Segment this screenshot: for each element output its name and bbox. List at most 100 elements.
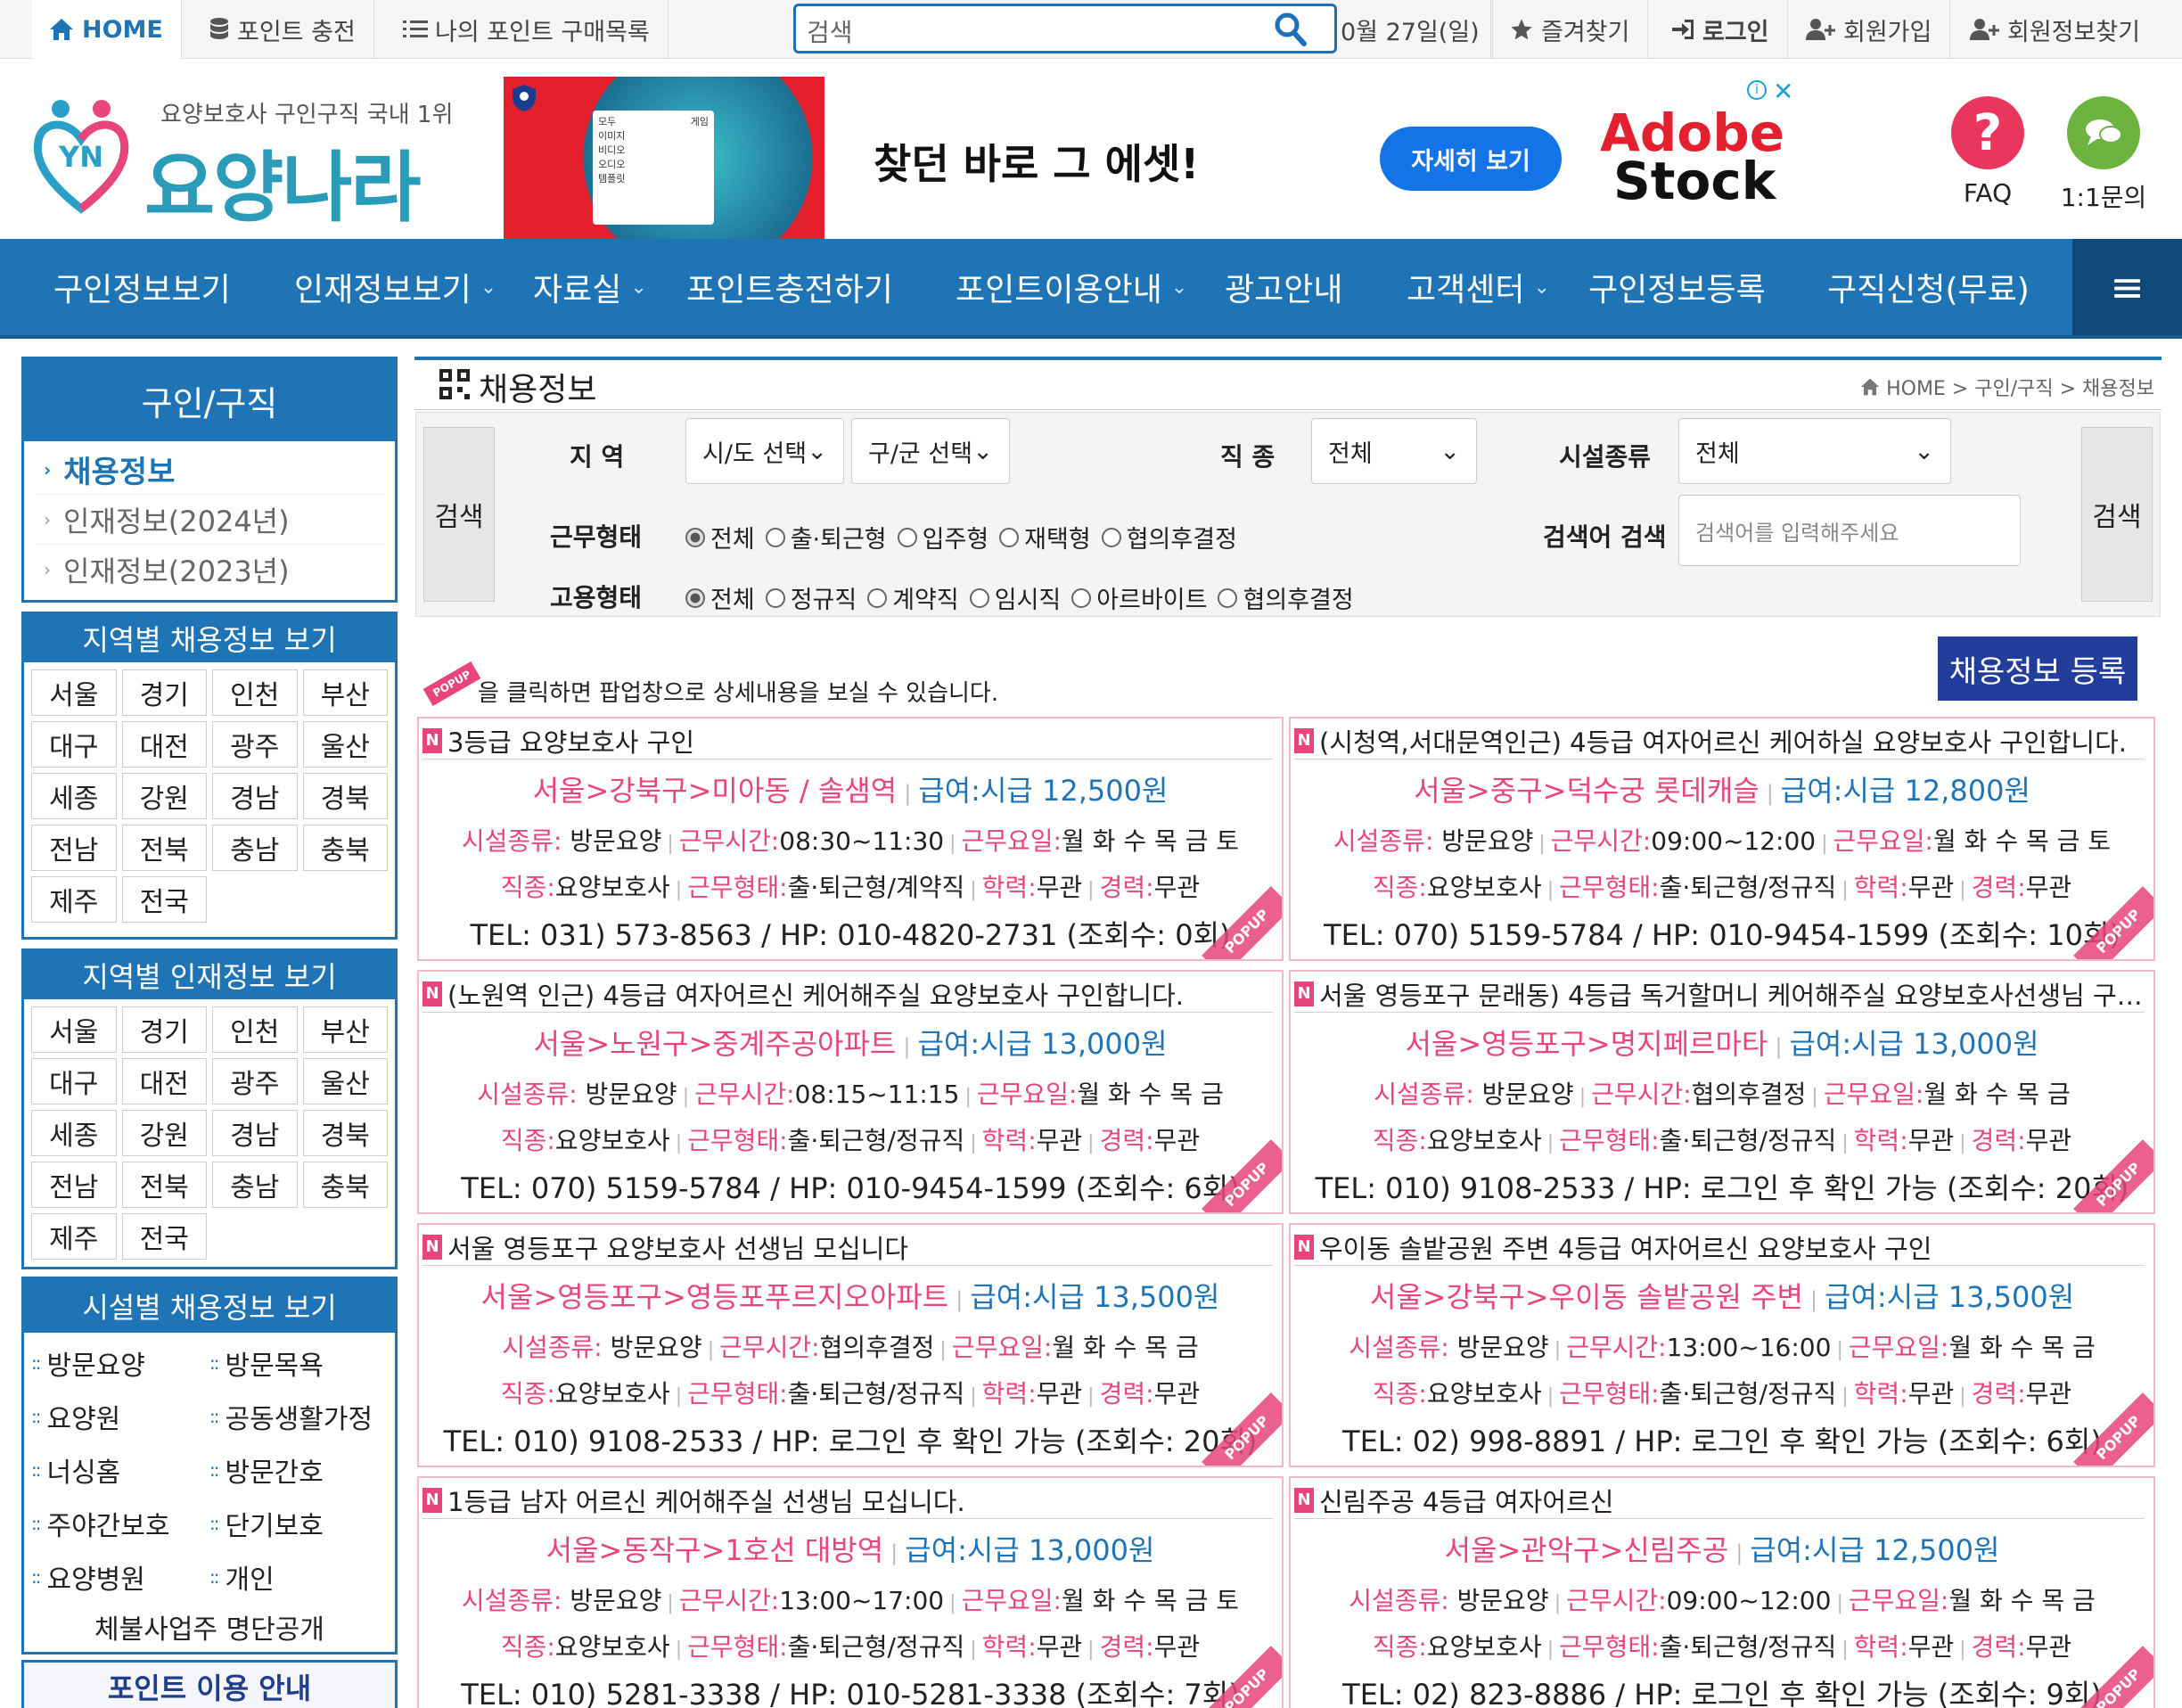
job-title[interactable]: N 서울 영등포구 문래동) 4등급 독거할머니 케어해주실 요양보호사선생님 구… bbox=[1294, 975, 2145, 1013]
nav-item-archive[interactable]: 자료실 ⌄ bbox=[533, 239, 647, 335]
facility-item[interactable]: 방문요양 bbox=[31, 1336, 209, 1390]
nav-item-ad-info[interactable]: 광고안내 bbox=[1225, 239, 1342, 335]
job-card[interactable]: N 서울 영등포구 요양보호사 선생님 모십니다 서울>영등포구>영등포푸르지오아파… bbox=[417, 1223, 1284, 1467]
ad-close-icon[interactable]: ✕ bbox=[1773, 77, 1793, 106]
talent-region-item[interactable]: 충북 bbox=[302, 1162, 388, 1208]
facility-item[interactable]: 공동생활가정 bbox=[209, 1390, 388, 1443]
jobs-region-item[interactable]: 전북 bbox=[121, 825, 207, 871]
facility-item[interactable]: 요양병원 bbox=[31, 1550, 209, 1604]
sidebar-item-talent-2023[interactable]: › 인재정보(2023년) bbox=[35, 545, 384, 595]
qna-link[interactable]: 1:1문의 bbox=[2050, 96, 2157, 214]
talent-region-item[interactable]: 전국 bbox=[121, 1213, 207, 1260]
jobs-region-item[interactable]: 대전 bbox=[121, 721, 207, 768]
talent-region-item[interactable]: 경남 bbox=[212, 1110, 298, 1156]
talent-region-item[interactable]: 경기 bbox=[121, 1006, 207, 1053]
nav-item-point-charge[interactable]: 포인트충전하기 bbox=[686, 239, 893, 335]
search-button-left[interactable]: 검색 bbox=[423, 427, 495, 602]
job-card[interactable]: N (노원역 인근) 4등급 여자어르신 케어해주실 요양보호사 구인합니다. 서울… bbox=[417, 970, 1284, 1214]
employ-type-radio[interactable] bbox=[1071, 587, 1092, 608]
sidebar-item-job-info[interactable]: › 채용정보 bbox=[35, 445, 384, 495]
search-input[interactable]: 검색 bbox=[793, 4, 1337, 53]
jobs-region-item[interactable]: 울산 bbox=[302, 721, 388, 768]
work-type-radio[interactable] bbox=[765, 527, 785, 547]
register-job-button[interactable]: 채용정보 등록 bbox=[1938, 636, 2137, 701]
employ-type-radio[interactable] bbox=[969, 587, 989, 608]
jobs-region-item[interactable]: 전국 bbox=[121, 876, 207, 923]
talent-region-item[interactable]: 인천 bbox=[212, 1006, 298, 1053]
jobs-region-item[interactable]: 충북 bbox=[302, 825, 388, 871]
nav-item-job-apply[interactable]: 구직신청(무료) bbox=[1827, 239, 2030, 335]
jobs-region-item[interactable]: 제주 bbox=[31, 876, 117, 923]
job-card[interactable]: N 신림주공 4등급 여자어르신 서울>관악구>신림주공 | 급여:시급 12,500원… bbox=[1289, 1476, 2155, 1708]
job-title[interactable]: N 서울 영등포구 요양보호사 선생님 모십니다 bbox=[422, 1228, 1273, 1266]
employ-type-radio[interactable] bbox=[1218, 587, 1238, 608]
gugun-select[interactable]: 구/군 선택 ⌄ bbox=[851, 418, 1010, 484]
talent-region-item[interactable]: 울산 bbox=[302, 1058, 388, 1104]
employ-type-radio[interactable] bbox=[867, 587, 888, 608]
site-logo[interactable]: YN 요양보호사 구인구직 국내 1위 요양나라 bbox=[32, 93, 453, 233]
nav-item-job-list[interactable]: 구인정보보기 bbox=[53, 239, 231, 335]
job-title[interactable]: N 신림주공 4등급 여자어르신 bbox=[1294, 1482, 2145, 1519]
home-link[interactable]: HOME bbox=[32, 0, 182, 59]
sido-select[interactable]: 시/도 선택 ⌄ bbox=[685, 418, 844, 484]
talent-region-item[interactable]: 제주 bbox=[31, 1213, 117, 1260]
work-type-radio[interactable] bbox=[685, 527, 705, 547]
talent-region-item[interactable]: 부산 bbox=[302, 1006, 388, 1053]
signup-link[interactable]: 회원가입 bbox=[1788, 0, 1951, 59]
talent-region-item[interactable]: 대전 bbox=[121, 1058, 207, 1104]
talent-region-item[interactable]: 서울 bbox=[31, 1006, 117, 1053]
talent-region-item[interactable]: 강원 bbox=[121, 1110, 207, 1156]
nav-item-support[interactable]: 고객센터 ⌄ bbox=[1407, 239, 1550, 335]
talent-region-item[interactable]: 경북 bbox=[302, 1110, 388, 1156]
sidebar-item-talent-2024[interactable]: › 인재정보(2024년) bbox=[35, 495, 384, 545]
talent-region-item[interactable]: 대구 bbox=[31, 1058, 117, 1104]
find-account-link[interactable]: 회원정보찾기 bbox=[1952, 0, 2158, 59]
job-title[interactable]: N 3등급 요양보호사 구인 bbox=[422, 722, 1273, 760]
search-button-right[interactable]: 검색 bbox=[2081, 427, 2153, 602]
hamburger-menu-icon[interactable]: ≡ bbox=[2072, 239, 2182, 335]
nav-item-point-guide[interactable]: 포인트이용안내 ⌄ bbox=[956, 239, 1187, 335]
facility-item[interactable]: 너싱홈 bbox=[31, 1443, 209, 1497]
job-card[interactable]: N 3등급 요양보호사 구인 서울>강북구>미아동 / 솔샘역 | 급여:시급 12,5… bbox=[417, 717, 1284, 961]
facility-item[interactable]: 단기보호 bbox=[209, 1497, 388, 1550]
job-type-select[interactable]: 전체 ⌄ bbox=[1311, 418, 1477, 484]
jobs-region-item[interactable]: 인천 bbox=[212, 669, 298, 716]
talent-region-item[interactable]: 전북 bbox=[121, 1162, 207, 1208]
favorite-link[interactable]: 즐겨찾기 bbox=[1490, 0, 1649, 59]
work-type-radio[interactable] bbox=[897, 527, 917, 547]
jobs-region-item[interactable]: 강원 bbox=[121, 773, 207, 819]
talent-region-item[interactable]: 충남 bbox=[212, 1162, 298, 1208]
job-card[interactable]: N 우이동 솔밭공원 주변 4등급 여자어르신 요양보호사 구인 서울>강북구>우이… bbox=[1289, 1223, 2155, 1467]
jobs-region-item[interactable]: 경기 bbox=[121, 669, 207, 716]
talent-region-item[interactable]: 세종 bbox=[31, 1110, 117, 1156]
jobs-region-item[interactable]: 경북 bbox=[302, 773, 388, 819]
jobs-region-item[interactable]: 경남 bbox=[212, 773, 298, 819]
faq-link[interactable]: ? FAQ bbox=[1943, 96, 2032, 208]
job-title[interactable]: N 우이동 솔밭공원 주변 4등급 여자어르신 요양보호사 구인 bbox=[1294, 1228, 2145, 1266]
job-title[interactable]: N (노원역 인근) 4등급 여자어르신 케어해주실 요양보호사 구인합니다. bbox=[422, 975, 1273, 1013]
job-title[interactable]: N (시청역,서대문역인근) 4등급 여자어르신 케어하실 요양보호사 구인합니다… bbox=[1294, 722, 2145, 760]
login-link[interactable]: 로그인 bbox=[1653, 0, 1788, 59]
keyword-input[interactable]: 검색어를 입력해주세요 bbox=[1678, 495, 2021, 566]
jobs-region-item[interactable]: 세종 bbox=[31, 773, 117, 819]
point-guide-title[interactable]: 포인트 이용 안내 bbox=[24, 1663, 395, 1708]
talent-region-item[interactable]: 전남 bbox=[31, 1162, 117, 1208]
talent-region-item[interactable]: 광주 bbox=[212, 1058, 298, 1104]
unpaid-employer-link[interactable]: 체불사업주 명단공개 bbox=[24, 1607, 395, 1646]
point-history-link[interactable]: 나의 포인트 구매목록 bbox=[385, 0, 669, 59]
facility-item[interactable]: 개인 bbox=[209, 1550, 388, 1604]
ad-banner[interactable]: 모두 게임 이미지 비디오 오디오 템플릿 찾던 바로 그 에셋! 자세히 보기 … bbox=[504, 77, 1793, 239]
jobs-region-item[interactable]: 부산 bbox=[302, 669, 388, 716]
facility-item[interactable]: 방문간호 bbox=[209, 1443, 388, 1497]
facility-item[interactable]: 주야간보호 bbox=[31, 1497, 209, 1550]
facility-item[interactable]: 방문목욕 bbox=[209, 1336, 388, 1390]
employ-type-radio[interactable] bbox=[685, 587, 705, 608]
work-type-radio[interactable] bbox=[999, 527, 1020, 547]
jobs-region-item[interactable]: 광주 bbox=[212, 721, 298, 768]
ad-cta-button[interactable]: 자세히 보기 bbox=[1380, 127, 1562, 191]
nav-item-job-register[interactable]: 구인정보등록 bbox=[1588, 239, 1766, 335]
facility-item[interactable]: 요양원 bbox=[31, 1390, 209, 1443]
jobs-region-item[interactable]: 대구 bbox=[31, 721, 117, 768]
jobs-region-item[interactable]: 전남 bbox=[31, 825, 117, 871]
job-card[interactable]: N 서울 영등포구 문래동) 4등급 독거할머니 케어해주실 요양보호사선생님 구… bbox=[1289, 970, 2155, 1214]
